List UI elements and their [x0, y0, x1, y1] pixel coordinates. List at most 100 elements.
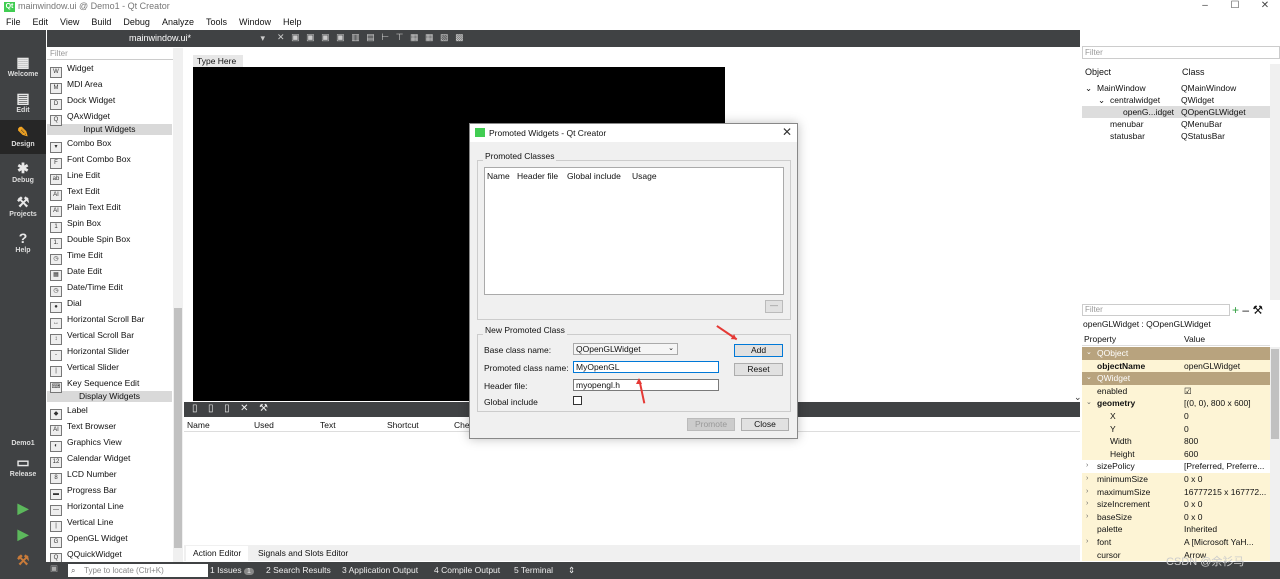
- widget-filter-input[interactable]: Filter: [47, 48, 183, 60]
- property-row[interactable]: › maximumSize 16777215 x 167772...: [1082, 485, 1270, 499]
- close-button[interactable]: Close: [741, 418, 789, 431]
- property-value[interactable]: Inherited: [1184, 523, 1270, 536]
- chevron-updown-icon[interactable]: ⇕: [568, 564, 575, 577]
- delete-action-icon[interactable]: ✕: [240, 402, 248, 416]
- property-section[interactable]: ⌄ QWidget: [1082, 372, 1270, 385]
- layout-grid-icon[interactable]: ▦: [410, 32, 421, 42]
- widget-item[interactable]: W Widget: [47, 60, 172, 78]
- widget-item[interactable]: ◆ Label: [47, 402, 172, 420]
- widget-item[interactable]: G OpenGL Widget: [47, 530, 172, 548]
- remove-button[interactable]: —: [765, 300, 783, 313]
- widget-item[interactable]: — Horizontal Line: [47, 498, 172, 516]
- column-header[interactable]: Shortcut: [387, 420, 419, 430]
- column-header[interactable]: Name: [487, 171, 510, 181]
- locator-input[interactable]: ⌕ Type to locate (Ctrl+K): [68, 564, 208, 577]
- widget-item[interactable]: Q QQuickWidget: [47, 546, 172, 562]
- promoted-classes-table[interactable]: Name Header file Global include Usage: [484, 167, 784, 295]
- minus-icon[interactable]: –: [1242, 303, 1249, 317]
- run-button[interactable]: ▶: [0, 496, 46, 520]
- edit-widgets-icon[interactable]: ▣: [291, 32, 302, 42]
- widget-item[interactable]: ↔ Horizontal Scroll Bar: [47, 311, 172, 329]
- menu-item-edit[interactable]: Edit: [27, 14, 55, 30]
- mode-debug[interactable]: ✱ Debug: [0, 156, 46, 190]
- property-row[interactable]: Y0: [1082, 422, 1270, 436]
- output-pane-search[interactable]: 2 Search Results: [266, 564, 331, 577]
- widget-item[interactable]: 1. Double Spin Box: [47, 231, 172, 249]
- chevron-icon[interactable]: ›: [1086, 511, 1088, 524]
- menu-item-build[interactable]: Build: [85, 14, 117, 30]
- panel-toggle-icon[interactable]: ▣: [50, 563, 58, 574]
- column-header[interactable]: Property: [1084, 334, 1116, 344]
- widget-item[interactable]: | Vertical Slider: [47, 359, 172, 377]
- chevron-icon[interactable]: ⌄: [1086, 397, 1092, 410]
- layout-horizontal-icon[interactable]: ▥: [351, 32, 362, 42]
- chevron-icon[interactable]: ›: [1086, 486, 1088, 499]
- wrench-icon[interactable]: ⚒: [1252, 303, 1263, 317]
- object-row[interactable]: openG...idget QOpenGLWidget: [1082, 106, 1270, 118]
- property-row[interactable]: X0: [1082, 409, 1270, 423]
- mode-design[interactable]: ✎ Design: [0, 120, 46, 154]
- output-pane-issues[interactable]: 1 Issues 1: [210, 564, 254, 578]
- widget-item[interactable]: ▬ Progress Bar: [47, 482, 172, 500]
- chevron-down-icon[interactable]: ⌄: [1085, 82, 1092, 94]
- widget-item[interactable]: - Horizontal Slider: [47, 343, 172, 361]
- chevron-down-icon[interactable]: ▾: [260, 30, 265, 47]
- object-row[interactable]: menubar QMenuBar: [1082, 118, 1270, 130]
- tab-action-editor[interactable]: Action Editor: [186, 546, 249, 561]
- edit-tab-order-icon[interactable]: ▣: [336, 32, 347, 42]
- widget-item[interactable]: ⌨ Key Sequence Edit: [47, 375, 172, 393]
- column-header[interactable]: Name: [187, 420, 210, 430]
- chevron-icon[interactable]: ›: [1086, 498, 1088, 511]
- widget-item[interactable]: ▦ Date Edit: [47, 263, 172, 281]
- object-row[interactable]: ⌄ centralwidget QWidget: [1082, 94, 1270, 106]
- kit-selector[interactable]: Demo1 ▭ Release: [0, 436, 46, 490]
- property-row[interactable]: enabled ☑: [1082, 384, 1270, 398]
- property-row[interactable]: ⌄ geometry [(0, 0), 800 x 600]: [1082, 397, 1270, 410]
- splitter-v-icon[interactable]: ⊤: [396, 32, 406, 42]
- property-row[interactable]: › sizeIncrement 0 x 0: [1082, 498, 1270, 511]
- widget-item[interactable]: ◷ Time Edit: [47, 247, 172, 265]
- menu-item-debug[interactable]: Debug: [117, 14, 156, 30]
- widget-item[interactable]: 12 Calendar Widget: [47, 450, 172, 468]
- widget-item[interactable]: AI Text Browser: [47, 418, 172, 436]
- property-row[interactable]: › baseSize 0 x 0: [1082, 510, 1270, 524]
- output-pane-compile[interactable]: 4 Compile Output: [434, 564, 500, 577]
- property-value[interactable]: [Preferred, Preferre...: [1184, 460, 1270, 473]
- output-pane-terminal[interactable]: 5 Terminal: [514, 564, 553, 577]
- property-value[interactable]: 600: [1184, 448, 1270, 461]
- add-button[interactable]: Add: [734, 344, 783, 357]
- object-filter-input[interactable]: Filter: [1082, 46, 1280, 59]
- layout-vertical-icon[interactable]: ▤: [366, 32, 377, 42]
- column-header[interactable]: Global include: [567, 171, 621, 181]
- menu-item-analyze[interactable]: Analyze: [156, 14, 200, 30]
- widget-item[interactable]: ↕ Vertical Scroll Bar: [47, 327, 172, 345]
- property-section[interactable]: ⌄ QObject: [1082, 347, 1270, 360]
- widget-item[interactable]: ab Line Edit: [47, 167, 172, 185]
- widget-item[interactable]: ● Dial: [47, 295, 172, 313]
- column-header[interactable]: Used: [254, 420, 274, 430]
- menu-item-file[interactable]: File: [0, 14, 27, 30]
- debug-run-button[interactable]: ▶: [0, 522, 46, 546]
- property-value[interactable]: 800: [1184, 435, 1270, 448]
- edit-signals-icon[interactable]: ▣: [306, 32, 317, 42]
- copy-action-icon[interactable]: ▯: [208, 402, 214, 416]
- configure-icon[interactable]: ⚒: [259, 402, 268, 416]
- scrollbar-thumb[interactable]: [174, 308, 182, 548]
- property-value[interactable]: openGLWidget: [1184, 360, 1270, 373]
- widget-category[interactable]: Input Widgets: [47, 124, 172, 135]
- new-action-icon[interactable]: ▯: [192, 402, 198, 416]
- property-value[interactable]: 0 x 0: [1184, 511, 1270, 524]
- widget-item[interactable]: AI Text Edit: [47, 183, 172, 201]
- mode-help[interactable]: ? Help: [0, 226, 46, 260]
- global-include-checkbox[interactable]: [573, 396, 582, 405]
- property-row[interactable]: Width 800: [1082, 435, 1270, 448]
- widget-item[interactable]: ◷ Date/Time Edit: [47, 279, 172, 297]
- property-row[interactable]: objectName openGLWidget: [1082, 359, 1270, 373]
- output-pane-app-output[interactable]: 3 Application Output: [342, 564, 418, 577]
- widget-item[interactable]: 1 Spin Box: [47, 215, 172, 233]
- adjust-size-icon[interactable]: ▩: [455, 32, 466, 42]
- close-icon[interactable]: ✕: [1250, 0, 1280, 14]
- property-row[interactable]: Height 600: [1082, 447, 1270, 461]
- chevron-icon[interactable]: ›: [1086, 473, 1088, 486]
- close-icon[interactable]: ✕: [782, 125, 792, 139]
